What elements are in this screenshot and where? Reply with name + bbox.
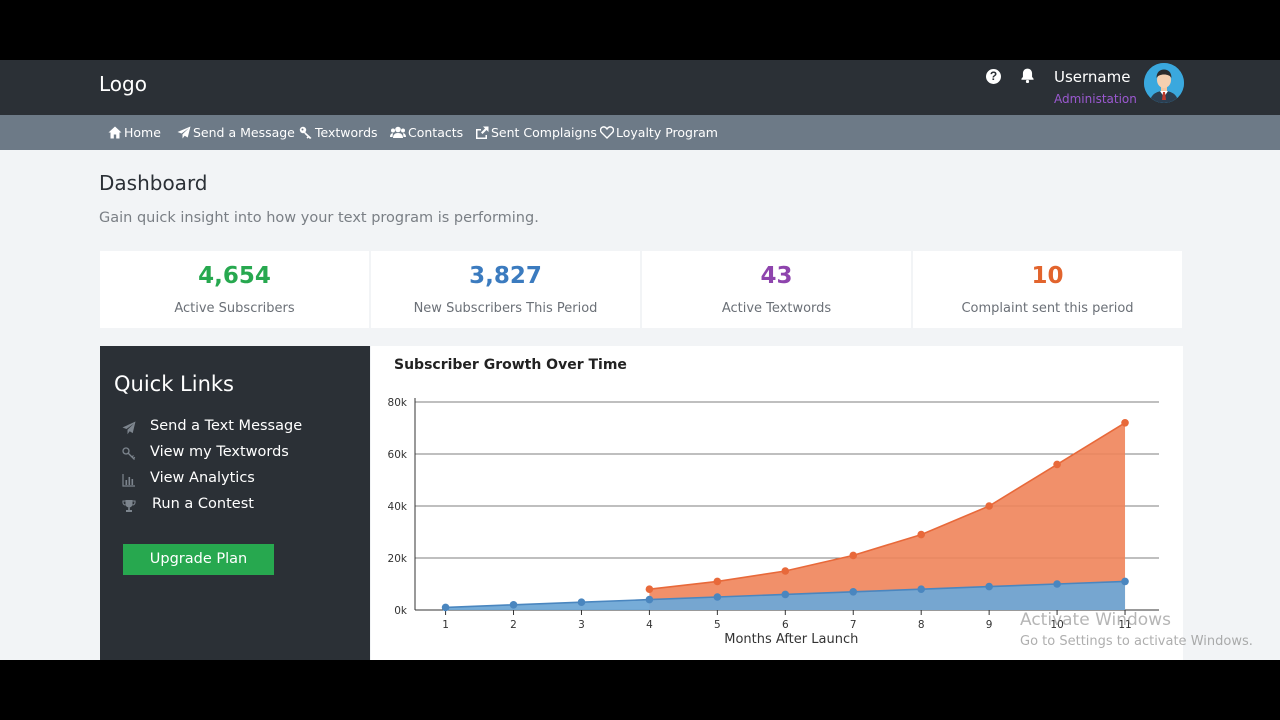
data-point bbox=[985, 502, 993, 510]
activate-windows-hint: Go to Settings to activate Windows. bbox=[1020, 634, 1253, 649]
x-tick-label: 4 bbox=[646, 619, 653, 631]
nav-loyalty-program-label: Loyalty Program bbox=[616, 125, 718, 140]
nav-contacts-label: Contacts bbox=[408, 125, 464, 140]
upgrade-plan-button[interactable]: Upgrade Plan bbox=[123, 544, 274, 575]
activate-windows-watermark: Activate Windows bbox=[1020, 610, 1171, 630]
page-subtitle: Gain quick insight into how your text pr… bbox=[99, 210, 539, 226]
y-tick-label: 80k bbox=[388, 397, 408, 409]
stat-label: Complaint sent this period bbox=[961, 301, 1134, 316]
letterbox-top bbox=[0, 0, 1280, 60]
x-axis-label: Months After Launch bbox=[724, 632, 858, 647]
main-nav: Home Send a Message Textwords Contacts S… bbox=[0, 115, 1280, 150]
data-point bbox=[781, 590, 790, 599]
nav-textwords-label: Textwords bbox=[315, 125, 378, 140]
nav-loyalty-program[interactable]: Loyalty Program bbox=[600, 115, 718, 150]
x-tick-label: 8 bbox=[918, 619, 925, 631]
stat-value: 43 bbox=[760, 263, 793, 289]
x-tick-label: 9 bbox=[986, 619, 993, 631]
key-icon bbox=[122, 447, 136, 460]
data-point bbox=[849, 551, 858, 560]
username[interactable]: Username bbox=[1054, 68, 1130, 86]
quick-link-label: View Analytics bbox=[150, 470, 255, 486]
page-title: Dashboard bbox=[99, 171, 208, 195]
paper-plane-icon bbox=[177, 126, 191, 139]
heart-icon bbox=[600, 126, 614, 139]
data-point bbox=[441, 603, 450, 612]
x-tick-label: 2 bbox=[510, 619, 517, 631]
logo[interactable]: Logo bbox=[99, 72, 147, 96]
quick-links-panel: Quick Links Send a Text Message View my … bbox=[100, 346, 370, 660]
x-tick-label: 3 bbox=[578, 619, 585, 631]
data-point bbox=[1121, 419, 1129, 427]
stat-card-active-subscribers: 4,654 Active Subscribers bbox=[100, 251, 369, 328]
trophy-icon bbox=[122, 500, 136, 512]
data-point bbox=[645, 595, 654, 604]
y-tick-label: 40k bbox=[388, 501, 408, 513]
home-icon bbox=[108, 126, 122, 139]
quick-link-label: Run a Contest bbox=[152, 496, 254, 512]
x-tick-label: 1 bbox=[442, 619, 449, 631]
quick-link-label: Send a Text Message bbox=[150, 418, 303, 434]
nav-send-message[interactable]: Send a Message bbox=[177, 115, 295, 150]
nav-sent-complaigns-label: Sent Complaigns bbox=[491, 125, 597, 140]
stat-label: Active Textwords bbox=[721, 301, 832, 316]
app-window: Logo ? Username Administation Home Send … bbox=[0, 60, 1280, 660]
quick-links-title: Quick Links bbox=[114, 372, 235, 396]
nav-home[interactable]: Home bbox=[108, 115, 161, 150]
key-icon bbox=[299, 126, 312, 139]
letterbox-bottom bbox=[0, 660, 1280, 720]
data-point bbox=[917, 530, 925, 539]
stat-value: 10 bbox=[1031, 263, 1064, 289]
data-point bbox=[1121, 577, 1129, 586]
data-point bbox=[849, 588, 858, 596]
y-tick-label: 0k bbox=[394, 605, 408, 617]
bell-icon[interactable] bbox=[1019, 67, 1036, 84]
stat-label: Active Subscribers bbox=[174, 301, 295, 316]
data-point bbox=[577, 598, 586, 606]
top-header: Logo ? Username Administation bbox=[0, 60, 1280, 115]
x-tick-label: 5 bbox=[714, 619, 721, 631]
user-role: Administation bbox=[1054, 92, 1137, 106]
stat-value: 3,827 bbox=[469, 263, 542, 289]
data-point bbox=[1053, 460, 1061, 469]
nav-textwords[interactable]: Textwords bbox=[299, 115, 378, 150]
data-point bbox=[917, 585, 925, 593]
x-tick-label: 7 bbox=[850, 619, 857, 631]
nav-contacts[interactable]: Contacts bbox=[390, 115, 463, 150]
data-point bbox=[645, 585, 654, 593]
bar-chart-icon bbox=[122, 474, 135, 487]
data-point bbox=[509, 601, 518, 609]
data-point bbox=[1053, 580, 1061, 588]
stat-card-active-textwords: 43 Active Textwords bbox=[642, 251, 911, 328]
data-point bbox=[781, 567, 790, 575]
stat-value: 4,654 bbox=[198, 263, 271, 289]
stat-label: New Subscribers This Period bbox=[413, 301, 598, 316]
nav-send-message-label: Send a Message bbox=[193, 125, 295, 140]
nav-home-label: Home bbox=[124, 125, 161, 140]
users-icon bbox=[390, 126, 406, 138]
share-icon bbox=[476, 126, 489, 139]
help-icon[interactable]: ? bbox=[986, 69, 1001, 84]
stat-card-complaints: 10 Complaint sent this period bbox=[913, 251, 1182, 328]
stat-card-new-subscribers: 3,827 New Subscribers This Period bbox=[371, 251, 640, 328]
data-point bbox=[713, 593, 722, 601]
y-tick-label: 20k bbox=[388, 553, 408, 565]
paper-plane-icon bbox=[122, 421, 136, 435]
data-point bbox=[713, 577, 722, 586]
x-tick-label: 6 bbox=[782, 619, 789, 631]
data-point bbox=[985, 582, 993, 591]
y-tick-label: 60k bbox=[388, 449, 408, 461]
nav-sent-complaigns[interactable]: Sent Complaigns bbox=[475, 115, 597, 150]
avatar[interactable] bbox=[1144, 63, 1184, 103]
quick-link-label: View my Textwords bbox=[150, 444, 289, 460]
